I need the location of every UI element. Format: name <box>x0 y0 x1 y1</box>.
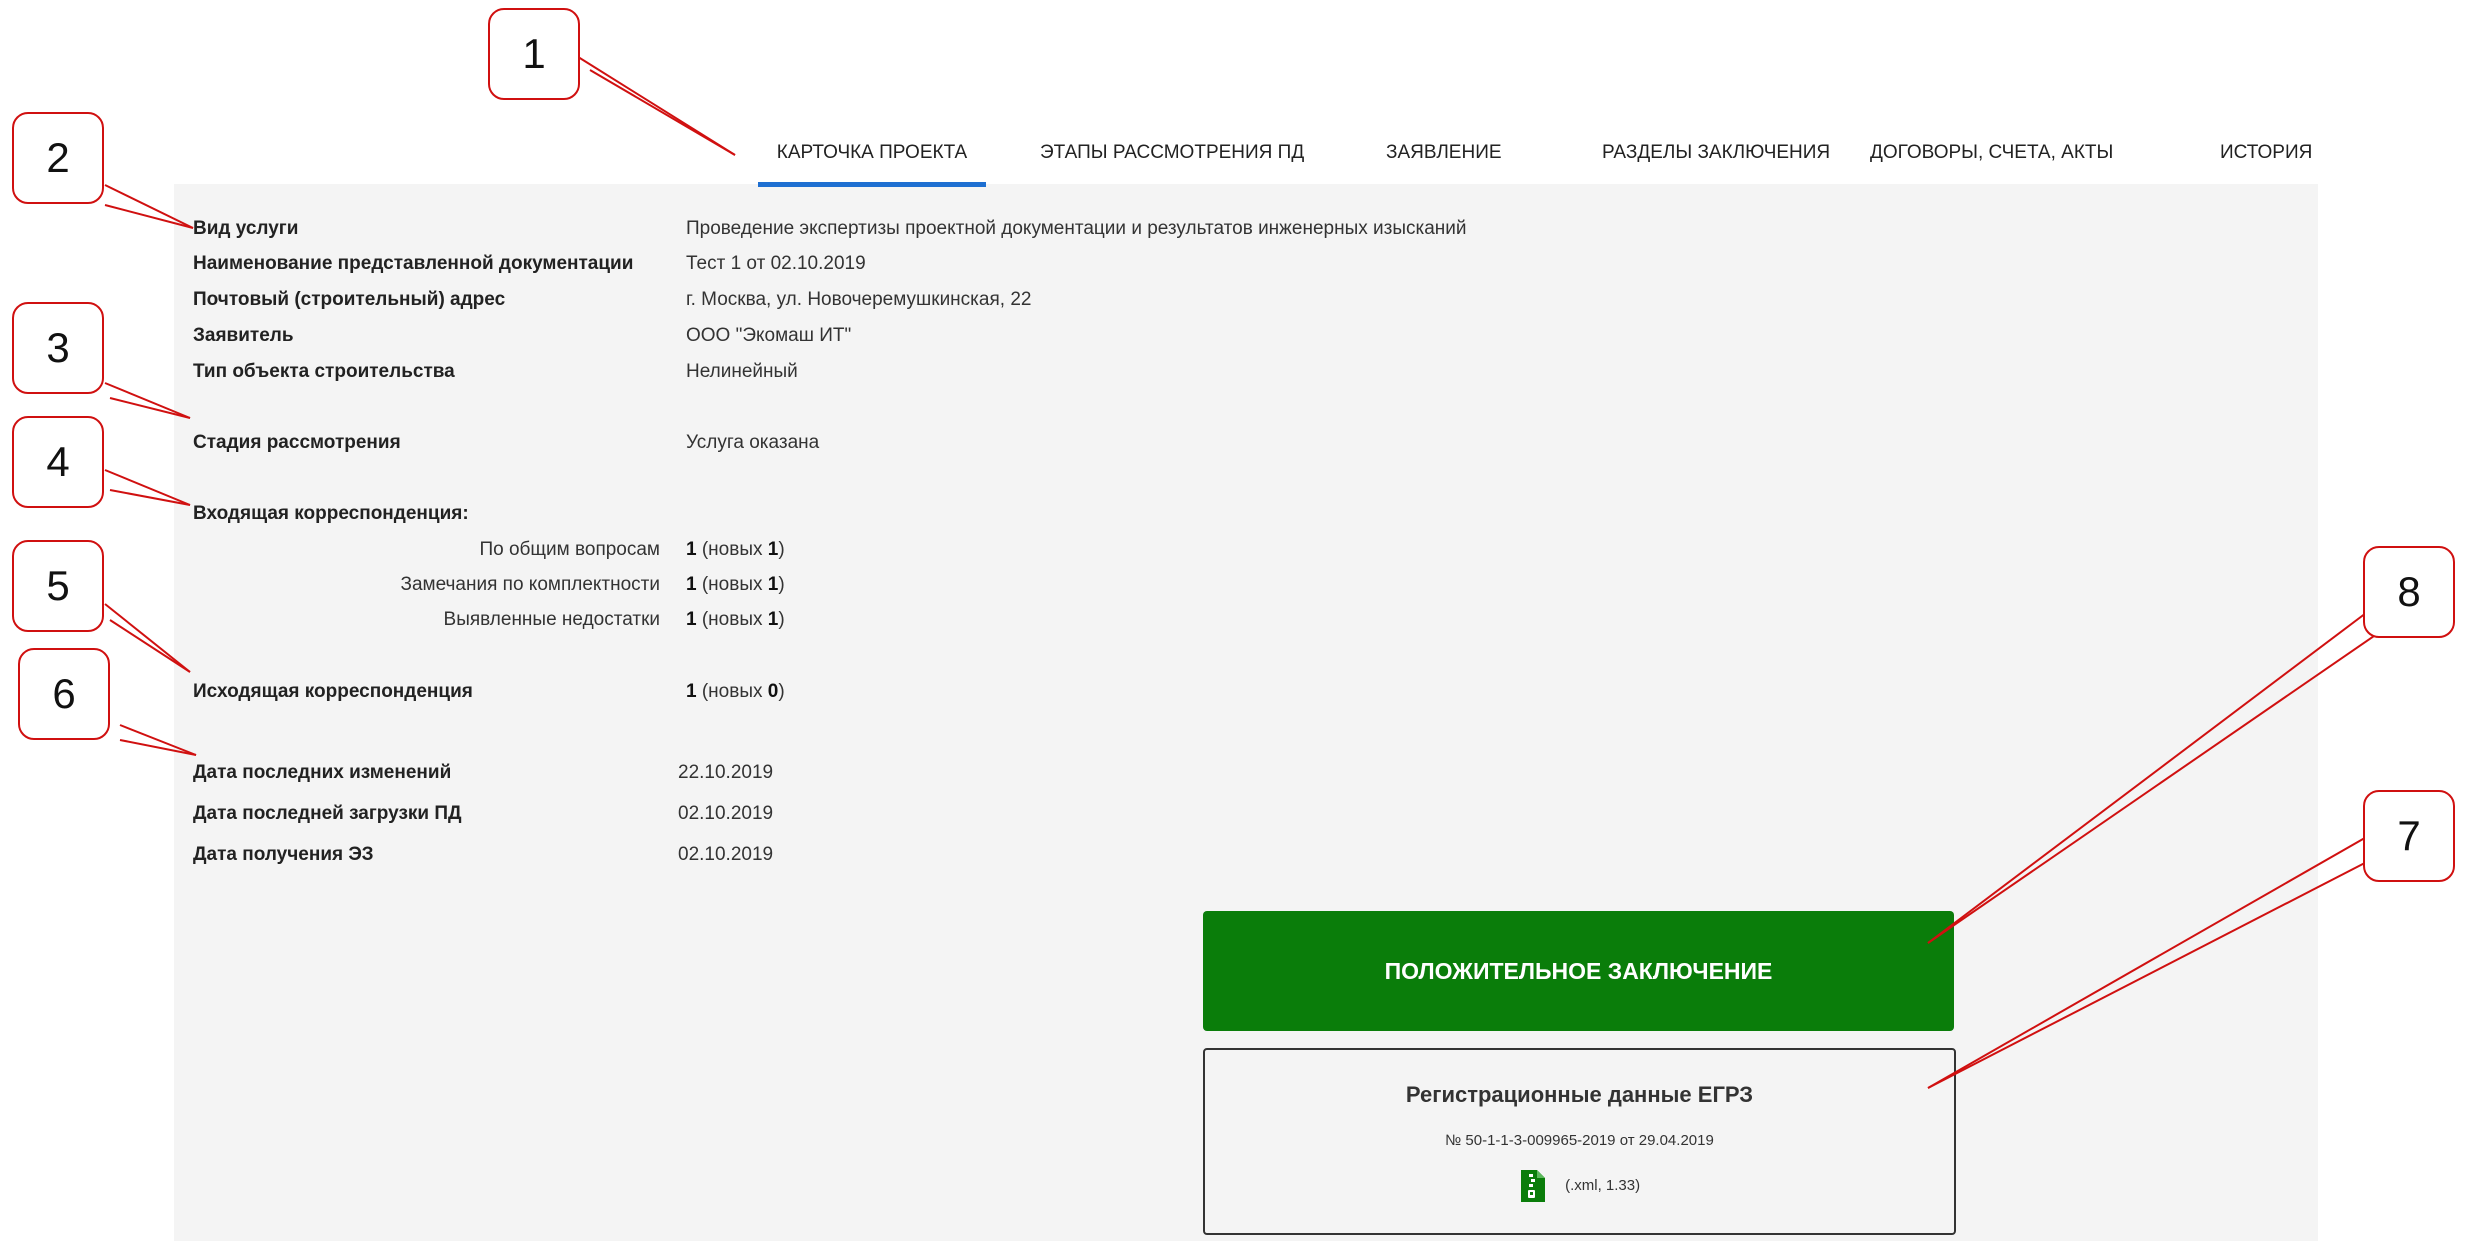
callout-4: 4 <box>12 416 104 508</box>
callout-5: 5 <box>12 540 104 632</box>
callout-6: 6 <box>18 648 110 740</box>
callout-7: 7 <box>2363 790 2455 882</box>
callout-2: 2 <box>12 112 104 204</box>
callout-8: 8 <box>2363 546 2455 638</box>
callout-lines <box>104 54 2391 1089</box>
callout-3: 3 <box>12 302 104 394</box>
callout-1: 1 <box>488 8 580 100</box>
